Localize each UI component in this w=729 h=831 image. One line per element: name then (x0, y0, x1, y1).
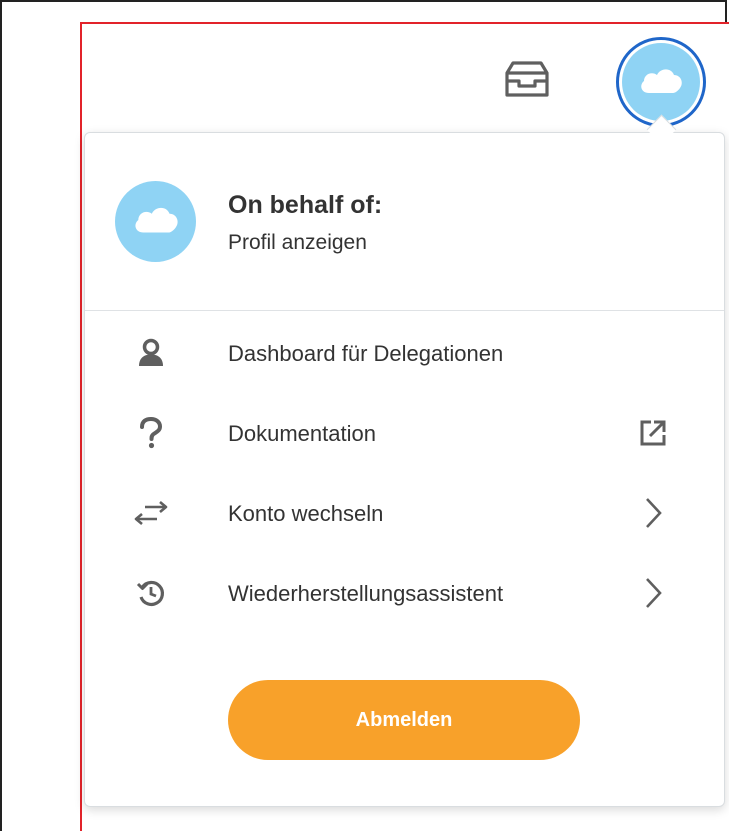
chevron-right-icon (637, 496, 669, 530)
menu-item-recovery-assistant[interactable]: Wiederherstellungsassistent (85, 554, 724, 632)
profile-avatar (115, 181, 196, 262)
view-profile-link[interactable]: Profil anzeigen (228, 231, 367, 255)
cloud-icon (131, 203, 181, 240)
profile-title: On behalf of: (228, 191, 383, 219)
menu-item-label: Wiederherstellungsassistent (228, 581, 504, 606)
history-icon (133, 576, 169, 610)
avatar (622, 43, 700, 121)
person-icon (133, 336, 169, 370)
external-link-icon (637, 416, 669, 450)
swap-arrows-icon (133, 496, 169, 530)
inbox-tray-icon (503, 59, 551, 104)
logout-button[interactable]: Abmelden (228, 680, 580, 760)
menu-divider (85, 310, 724, 311)
inbox-button[interactable] (502, 57, 552, 105)
menu-item-label: Dashboard für Delegationen (228, 341, 504, 366)
cloud-icon (637, 65, 685, 100)
menu-item-label: Dokumentation (228, 421, 376, 446)
menu-item-switch-account[interactable]: Konto wechseln (85, 474, 724, 552)
chevron-right-icon (637, 576, 669, 610)
question-mark-icon (133, 416, 169, 450)
menu-item-delegation-dashboard[interactable]: Dashboard für Delegationen (85, 314, 724, 392)
menu-item-label: Konto wechseln (228, 501, 384, 526)
menu-item-documentation[interactable]: Dokumentation (85, 394, 724, 472)
